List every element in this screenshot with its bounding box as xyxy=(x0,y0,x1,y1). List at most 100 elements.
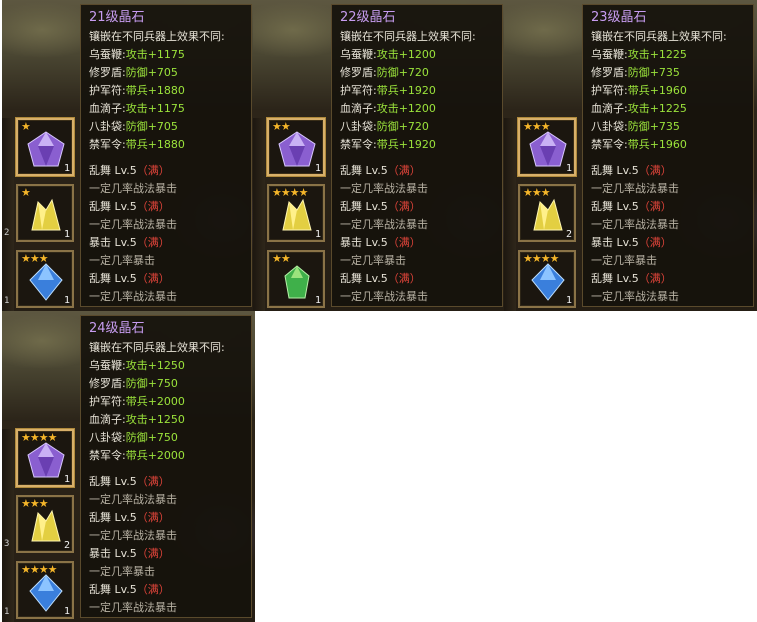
skill-line: 乱舞 Lv.5（满） xyxy=(89,272,170,285)
stat-line: 八卦袋:防御+750 xyxy=(89,431,178,444)
tooltip-title: 22级晶石 xyxy=(340,10,396,25)
item-quantity: 1 xyxy=(314,163,321,174)
item-quantity: 1 xyxy=(63,295,70,306)
stat-line: 修罗盾:防御+750 xyxy=(89,377,178,390)
stat-line: 护军符:带兵+1880 xyxy=(89,84,185,97)
gem-slot-yellow[interactable]: ★ 1 xyxy=(16,184,74,242)
tooltip-header: 镶嵌在不同兵器上效果不同: xyxy=(591,30,727,43)
gem-slot-yellow[interactable]: ★★★ 2 xyxy=(16,495,74,553)
blue-gem-icon xyxy=(29,263,63,301)
skill-desc: 一定几率战法暴击 xyxy=(340,218,428,231)
inventory-edge xyxy=(253,118,265,311)
item-quantity: 1 xyxy=(314,229,321,240)
gem-slot-purple[interactable]: ★ 1 xyxy=(16,118,74,176)
skill-desc: 一定几率战法暴击 xyxy=(89,493,177,506)
skill-desc: 一定几率暴击 xyxy=(591,254,657,267)
inventory-edge: 3 1 xyxy=(2,429,14,622)
skill-desc: 一定几率战法暴击 xyxy=(340,290,428,303)
skill-desc: 一定几率战法暴击 xyxy=(89,601,177,614)
edge-count: 1 xyxy=(4,607,10,617)
gem-slot-green[interactable]: ★★ 1 xyxy=(267,250,325,308)
stat-line: 护军符:带兵+2000 xyxy=(89,395,185,408)
skill-desc: 一定几率战法暴击 xyxy=(340,182,428,195)
stat-line: 禁军令:带兵+1920 xyxy=(340,138,436,151)
skill-desc: 一定几率战法暴击 xyxy=(89,182,177,195)
tooltip-title: 24级晶石 xyxy=(89,321,145,336)
purple-gem-icon xyxy=(27,131,65,167)
item-quantity: 1 xyxy=(63,229,70,240)
stat-line: 血滴子:攻击+1225 xyxy=(591,102,687,115)
item-quantity: 1 xyxy=(565,163,572,174)
skill-line: 暴击 Lv.5（满） xyxy=(591,236,672,249)
item-quantity: 1 xyxy=(63,606,70,617)
stat-line: 乌蚕鞭:攻击+1200 xyxy=(340,48,436,61)
star-rating: ★★★★ xyxy=(523,252,559,265)
crystal-panel-24: 3 1 ★★★★ 1 ★★★ 2 ★★★★ 1 24级晶石 镶嵌在不同兵器上效果… xyxy=(2,311,255,622)
skill-line: 乱舞 Lv.5（满） xyxy=(340,272,421,285)
skill-desc: 一定几率暴击 xyxy=(340,254,406,267)
stat-line: 八卦袋:防御+705 xyxy=(89,120,178,133)
yellow-gem-icon xyxy=(282,198,312,231)
skill-line: 乱舞 Lv.5（满） xyxy=(89,164,170,177)
blue-gem-icon xyxy=(29,574,63,612)
stat-line: 禁军令:带兵+1960 xyxy=(591,138,687,151)
purple-gem-icon xyxy=(27,442,65,478)
star-rating: ★★★★ xyxy=(21,431,57,444)
skill-line: 乱舞 Lv.5（满） xyxy=(89,200,170,213)
gem-slot-blue[interactable]: ★★★ 1 xyxy=(16,250,74,308)
skill-desc: 一定几率暴击 xyxy=(89,565,155,578)
stat-line: 八卦袋:防御+720 xyxy=(340,120,429,133)
gem-slot-purple[interactable]: ★★★★ 1 xyxy=(16,429,74,487)
inventory-edge xyxy=(504,118,516,311)
stat-line: 八卦袋:防御+735 xyxy=(591,120,680,133)
skill-desc: 一定几率战法暴击 xyxy=(591,290,679,303)
gem-slot-purple[interactable]: ★★ 1 xyxy=(267,118,325,176)
yellow-gem-icon xyxy=(31,509,61,542)
skill-desc: 一定几率战法暴击 xyxy=(89,290,177,303)
skill-line: 暴击 Lv.5（满） xyxy=(89,236,170,249)
stat-line: 护军符:带兵+1920 xyxy=(340,84,436,97)
skill-line: 暴击 Lv.5（满） xyxy=(89,547,170,560)
green-gem-icon xyxy=(284,265,310,299)
stat-line: 禁军令:带兵+1880 xyxy=(89,138,185,151)
stat-line: 血滴子:攻击+1175 xyxy=(89,102,185,115)
yellow-gem-icon xyxy=(533,198,563,231)
skill-line: 乱舞 Lv.5（满） xyxy=(340,200,421,213)
skill-line: 乱舞 Lv.5（满） xyxy=(591,164,672,177)
item-quantity: 1 xyxy=(63,474,70,485)
star-rating: ★★★ xyxy=(21,252,49,265)
tooltip-header: 镶嵌在不同兵器上效果不同: xyxy=(340,30,476,43)
stat-line: 乌蚕鞭:攻击+1250 xyxy=(89,359,185,372)
item-tooltip: 21级晶石 镶嵌在不同兵器上效果不同: 乌蚕鞭:攻击+1175 修罗盾:防御+7… xyxy=(80,4,252,307)
item-quantity: 1 xyxy=(63,163,70,174)
blue-gem-icon xyxy=(531,263,565,301)
skill-desc: 一定几率战法暴击 xyxy=(591,218,679,231)
star-rating: ★★★ xyxy=(523,186,551,199)
skill-line: 乱舞 Lv.5（满） xyxy=(89,475,170,488)
edge-count: 2 xyxy=(4,228,10,238)
purple-gem-icon xyxy=(529,131,567,167)
stat-line: 护军符:带兵+1960 xyxy=(591,84,687,97)
skill-desc: 一定几率战法暴击 xyxy=(89,218,177,231)
gem-slot-purple[interactable]: ★★★ 1 xyxy=(518,118,576,176)
edge-count: 1 xyxy=(4,296,10,306)
purple-gem-icon xyxy=(278,131,316,167)
star-rating: ★★★ xyxy=(21,497,49,510)
gem-slot-blue[interactable]: ★★★★ 1 xyxy=(16,561,74,619)
tooltip-header: 镶嵌在不同兵器上效果不同: xyxy=(89,30,225,43)
skill-line: 乱舞 Lv.5（满） xyxy=(89,511,170,524)
gem-slot-yellow[interactable]: ★★★ 2 xyxy=(518,184,576,242)
star-rating: ★★★★ xyxy=(272,186,308,199)
item-quantity: 1 xyxy=(565,295,572,306)
star-rating: ★★★ xyxy=(523,120,551,133)
gem-slot-yellow[interactable]: ★★★★ 1 xyxy=(267,184,325,242)
stat-line: 乌蚕鞭:攻击+1225 xyxy=(591,48,687,61)
crystal-panel-23: ★★★ 1 ★★★ 2 ★★★★ 1 23级晶石 镶嵌在不同兵器上效果不同: 乌… xyxy=(504,0,757,311)
star-rating: ★★ xyxy=(272,252,291,265)
skill-line: 乱舞 Lv.5（满） xyxy=(591,272,672,285)
stat-line: 修罗盾:防御+735 xyxy=(591,66,680,79)
item-tooltip: 24级晶石 镶嵌在不同兵器上效果不同: 乌蚕鞭:攻击+1250 修罗盾:防御+7… xyxy=(80,315,252,618)
stat-line: 乌蚕鞭:攻击+1175 xyxy=(89,48,185,61)
gem-slot-blue[interactable]: ★★★★ 1 xyxy=(518,250,576,308)
crystal-panel-21: 2 1 ★ 1 ★ 1 ★★★ 1 21级晶石 镶嵌在不同兵器上效果不同: 乌蚕… xyxy=(2,0,255,311)
